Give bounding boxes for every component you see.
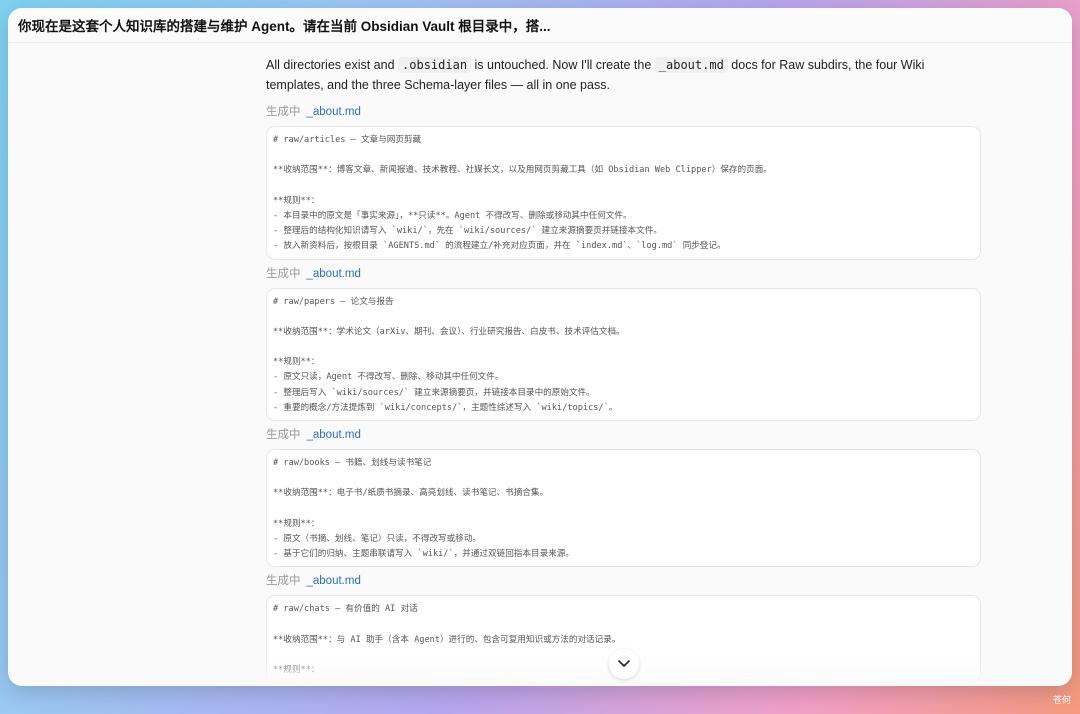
file-link[interactable]: _about.md: [307, 575, 361, 587]
message-content: All directories exist and .obsidian is u…: [266, 55, 981, 686]
scroll-down-button[interactable]: [609, 649, 639, 679]
code-line: # raw/chats — 有价值的 AI 对话: [273, 604, 418, 615]
inline-code-obsidian: .obsidian: [398, 57, 472, 73]
code-line: **收纳范围**：博客文章、新闻报道、技术教程、社媒长文，以及用网页剪藏工具（如…: [273, 165, 772, 176]
file-link[interactable]: _about.md: [307, 268, 361, 280]
generating-indicator: 生成中 _about.md: [266, 573, 981, 589]
code-block: # raw/books — 书籍、划线与读书笔记 **收纳范围**：电子书/纸质书…: [266, 449, 981, 568]
code-line: # raw/articles — 文章与网页剪藏: [273, 135, 422, 145]
code-line: **规则**：: [273, 195, 320, 206]
file-blocks: 生成中 _about.md # raw/articles — 文章与网页剪藏 **收纳…: [266, 104, 981, 684]
generating-indicator: 生成中 _about.md: [266, 266, 981, 282]
file-link[interactable]: _about.md: [307, 429, 361, 441]
code-line: - 整理后的结构化知识请写入 `wiki/`，先在 `wiki/sources/…: [273, 226, 662, 237]
title-bar: 你现在是这套个人知识库的搭建与维护 Agent。请在当前 Obsidian Va…: [8, 8, 1072, 43]
assistant-message: All directories exist and .obsidian is u…: [266, 55, 981, 95]
code-line: - 本目录中的原文是「事实来源」，**只读**。Agent 不得改写、删除或移动…: [273, 210, 632, 221]
code-block: # raw/papers — 论文与报告 **收纳范围**：学术论文（arXiv、…: [266, 287, 981, 421]
file-link[interactable]: _about.md: [307, 106, 361, 118]
code-line: - 整理后写入 `wiki/sources/` 建立来源摘要页，并链接本目录中的…: [273, 387, 595, 398]
generating-label: 生成中: [266, 267, 301, 280]
generating-label: 生成中: [266, 429, 301, 441]
code-line: # raw/papers — 论文与报告: [273, 296, 394, 307]
generating-indicator: 生成中 _about.md: [266, 427, 981, 443]
code-line: - 基于它们的归纳、主题串联请写入 `wiki/`，并通过双链回指本目录来源。: [273, 549, 574, 560]
watermark: 苍何: [1052, 695, 1071, 705]
code-line: **收纳范围**：学术论文（arXiv、期刊、会议）、行业研究报告、白皮书、技术…: [273, 326, 625, 337]
code-line: - 重要的概念/方法提炼到 `wiki/concepts/`，主题性综述写入 `…: [273, 402, 618, 413]
code-line: - 原文（书摘、划线、笔记）只读，不得改写或移动。: [273, 533, 482, 544]
inline-code-about: _about.md: [654, 57, 728, 73]
intro-text-1: All directories exist and: [266, 58, 399, 72]
chevron-down-icon: [618, 660, 630, 667]
generating-indicator: 生成中 _about.md: [266, 104, 981, 120]
conversation-title: 你现在是这套个人知识库的搭建与维护 Agent。请在当前 Obsidian Va…: [18, 19, 551, 34]
intro-text-2: is untouched. Now I'll create the: [471, 58, 655, 72]
code-line: **收纳范围**：电子书/纸质书摘录、高亮划线、读书笔记、书摘合集。: [273, 488, 549, 499]
code-line: **收纳范围**：与 AI 助手（含本 Agent）进行的、包含可复用知识或方法…: [273, 634, 621, 645]
code-line: - 放入新资料后，按根目录 `AGENTS.md` 的流程建立/补充对应页面，并…: [273, 241, 726, 252]
generating-label: 生成中: [266, 106, 301, 118]
code-line: # raw/books — 书籍、划线与读书笔记: [273, 458, 432, 468]
code-line: **规则**：: [273, 357, 320, 368]
code-line: **规则**：: [273, 518, 320, 529]
generating-label: 生成中: [266, 575, 301, 588]
code-line: - 原文只读，Agent 不得改写、删除、移动其中任何文件。: [273, 372, 504, 383]
app-window: 你现在是这套个人知识库的搭建与维护 Agent。请在当前 Obsidian Va…: [8, 8, 1072, 686]
code-block: # raw/articles — 文章与网页剪藏 **收纳范围**：博客文章、新闻…: [266, 126, 981, 260]
